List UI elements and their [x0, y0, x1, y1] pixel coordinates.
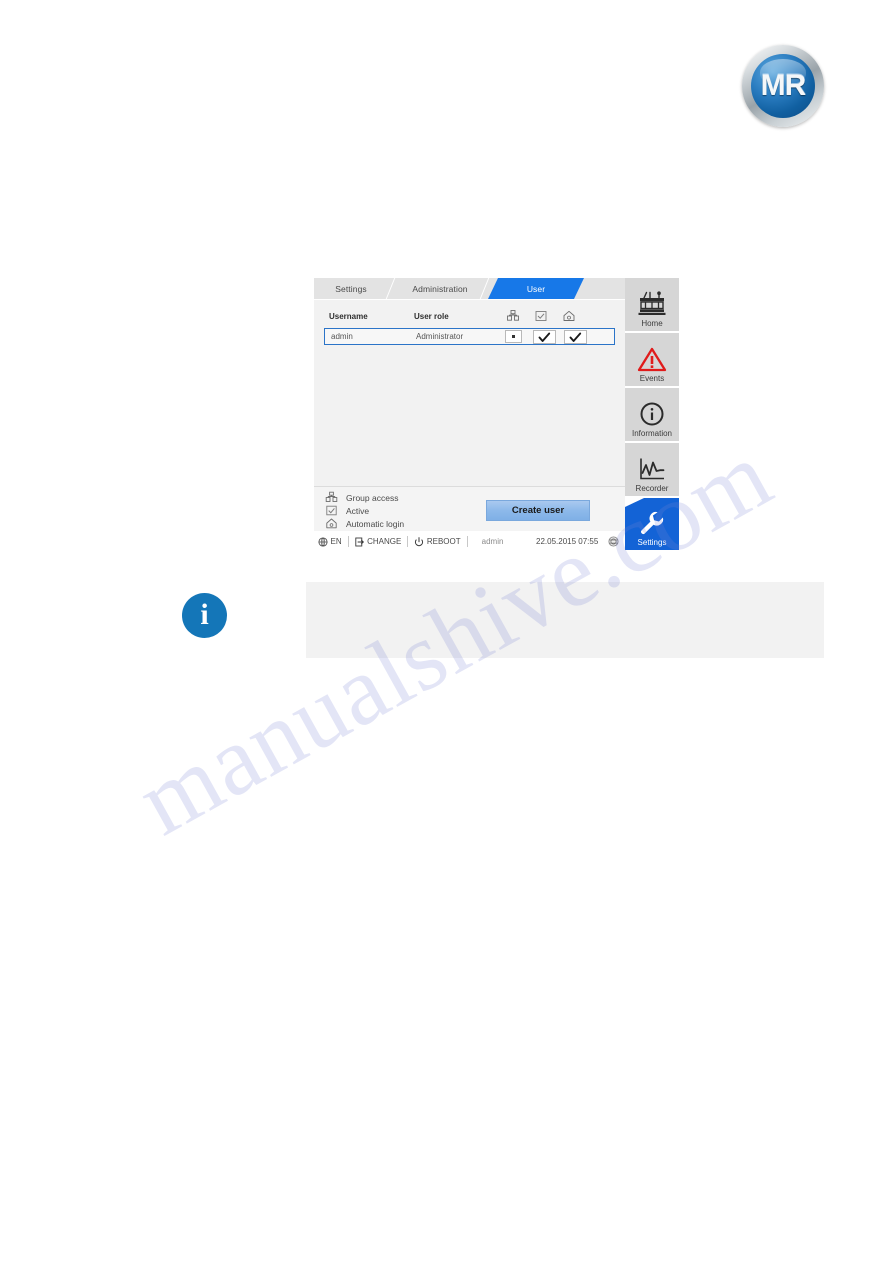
chart-recorder-icon	[637, 455, 667, 483]
column-header-username: Username	[329, 312, 368, 321]
cell-user-role: Administrator	[416, 332, 464, 341]
sidebar-label: Recorder	[635, 484, 669, 493]
sidebar-item-recorder[interactable]: Recorder	[625, 443, 679, 498]
status-divider	[407, 536, 409, 547]
status-divider	[466, 536, 468, 547]
info-circle: i	[182, 593, 227, 638]
active-checkbox-icon	[325, 504, 338, 517]
current-user-label: admin	[481, 537, 504, 546]
legend-item-automatic-login: Automatic login	[325, 517, 404, 530]
user-table-area: Username User role admin Administrator	[314, 299, 625, 487]
active-checkbox-icon	[534, 309, 548, 323]
automatic-login-icon	[562, 309, 576, 323]
legend-band: Group access Active Automatic login Crea…	[314, 486, 625, 532]
change-label: CHANGE	[367, 537, 402, 546]
table-row[interactable]: admin Administrator	[324, 328, 615, 345]
hmi-main-body: Settings Administration User Username Us…	[314, 278, 679, 552]
legend-label: Group access	[346, 492, 399, 503]
sidebar-label: Home	[641, 319, 663, 328]
wrench-icon	[637, 509, 667, 537]
cell-group-access[interactable]	[505, 330, 522, 343]
sidebar-label: Settings	[637, 538, 667, 547]
change-user-button[interactable]: CHANGE	[354, 537, 402, 547]
status-badge-icon[interactable]	[608, 536, 619, 547]
tab-bar: Settings Administration User	[314, 278, 625, 299]
info-circle-icon	[637, 400, 667, 428]
navigation-sidebar: Home Events Information Recorder Setting…	[625, 278, 679, 550]
legend-item-group-access: Group access	[325, 491, 398, 504]
language-label: EN	[330, 537, 342, 546]
cell-active-checkbox[interactable]	[533, 330, 556, 344]
reboot-label: REBOOT	[426, 537, 461, 546]
globe-icon	[318, 536, 328, 547]
status-divider	[347, 536, 349, 547]
checkmark-icon	[569, 332, 582, 342]
sidebar-item-information[interactable]: Information	[625, 388, 679, 443]
login-arrow-icon	[354, 537, 365, 547]
info-callout-icon: i	[182, 593, 227, 638]
cell-username: admin	[331, 332, 353, 341]
automatic-login-icon	[325, 517, 338, 530]
cell-automatic-login-checkbox[interactable]	[564, 330, 587, 344]
column-header-user-role: User role	[414, 312, 449, 321]
tab-user[interactable]: User	[488, 278, 584, 299]
reboot-button[interactable]: REBOOT	[414, 536, 461, 547]
sidebar-label: Events	[639, 374, 665, 383]
legend-label: Active	[346, 505, 370, 516]
hmi-screenshot-panel: Settings Administration User Username Us…	[314, 278, 679, 552]
logo-text: MR	[760, 69, 807, 102]
checkmark-icon	[538, 332, 551, 342]
table-header-row: Username User role	[324, 308, 615, 328]
sidebar-item-settings[interactable]: Settings	[625, 498, 679, 550]
create-user-button[interactable]: Create user	[486, 500, 590, 521]
info-callout-box	[306, 582, 824, 658]
language-selector[interactable]: EN	[318, 536, 342, 547]
legend-item-active: Active	[325, 504, 369, 517]
legend-label: Automatic login	[346, 518, 405, 529]
sidebar-label: Information	[631, 429, 673, 438]
tab-administration[interactable]: Administration	[394, 278, 486, 299]
mr-logo: MR	[742, 45, 824, 127]
transformer-icon	[637, 290, 667, 318]
sidebar-item-home[interactable]: Home	[625, 278, 679, 333]
warning-triangle-icon	[637, 345, 667, 373]
group-access-icon	[325, 491, 338, 504]
group-access-icon	[506, 309, 520, 323]
logo-disc: MR	[751, 54, 815, 118]
tab-settings[interactable]: Settings	[314, 278, 388, 299]
group-access-indicator	[512, 335, 515, 338]
active-tile-notch	[625, 498, 644, 507]
datetime-label: 22.05.2015 07:55	[536, 537, 599, 546]
power-icon	[414, 536, 424, 547]
sidebar-item-events[interactable]: Events	[625, 333, 679, 388]
